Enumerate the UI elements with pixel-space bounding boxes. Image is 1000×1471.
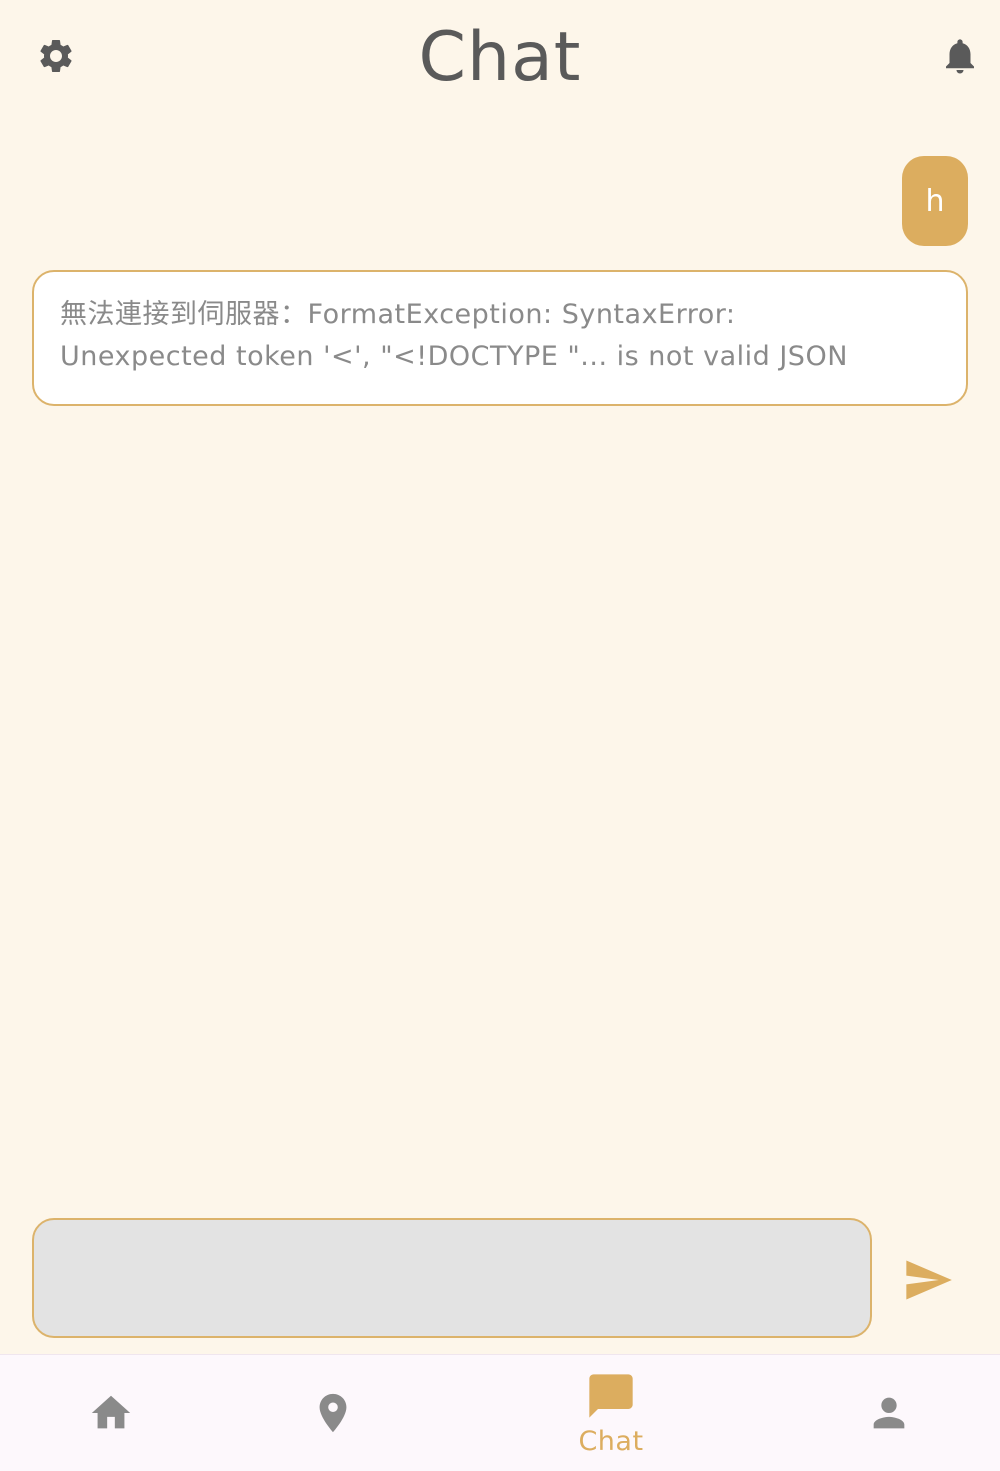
bottom-navigation: Chat: [0, 1354, 1000, 1471]
location-pin-icon: [319, 1393, 347, 1433]
send-icon: [906, 1260, 952, 1300]
bell-icon: [946, 39, 974, 74]
bot-message-bubble: 無法連接到伺服器：FormatException: SyntaxError: U…: [32, 270, 968, 406]
nav-profile[interactable]: [819, 1355, 959, 1471]
user-message-text: h: [925, 183, 945, 219]
app-header: Chat: [0, 0, 1000, 120]
send-button[interactable]: [898, 1250, 958, 1310]
nav-chat-label: Chat: [578, 1425, 644, 1457]
nav-location[interactable]: [263, 1355, 403, 1471]
home-icon: [91, 1395, 131, 1429]
person-icon: [873, 1397, 905, 1429]
bot-message-text: 無法連接到伺服器：FormatException: SyntaxError: U…: [60, 299, 848, 372]
chat-bubble-icon: [589, 1373, 633, 1418]
notifications-button[interactable]: [930, 26, 990, 86]
user-message-bubble: h: [902, 156, 968, 246]
page-title: Chat: [418, 18, 582, 97]
nav-chat[interactable]: Chat: [541, 1355, 681, 1471]
nav-home[interactable]: [41, 1355, 181, 1471]
message-input[interactable]: [32, 1218, 872, 1338]
